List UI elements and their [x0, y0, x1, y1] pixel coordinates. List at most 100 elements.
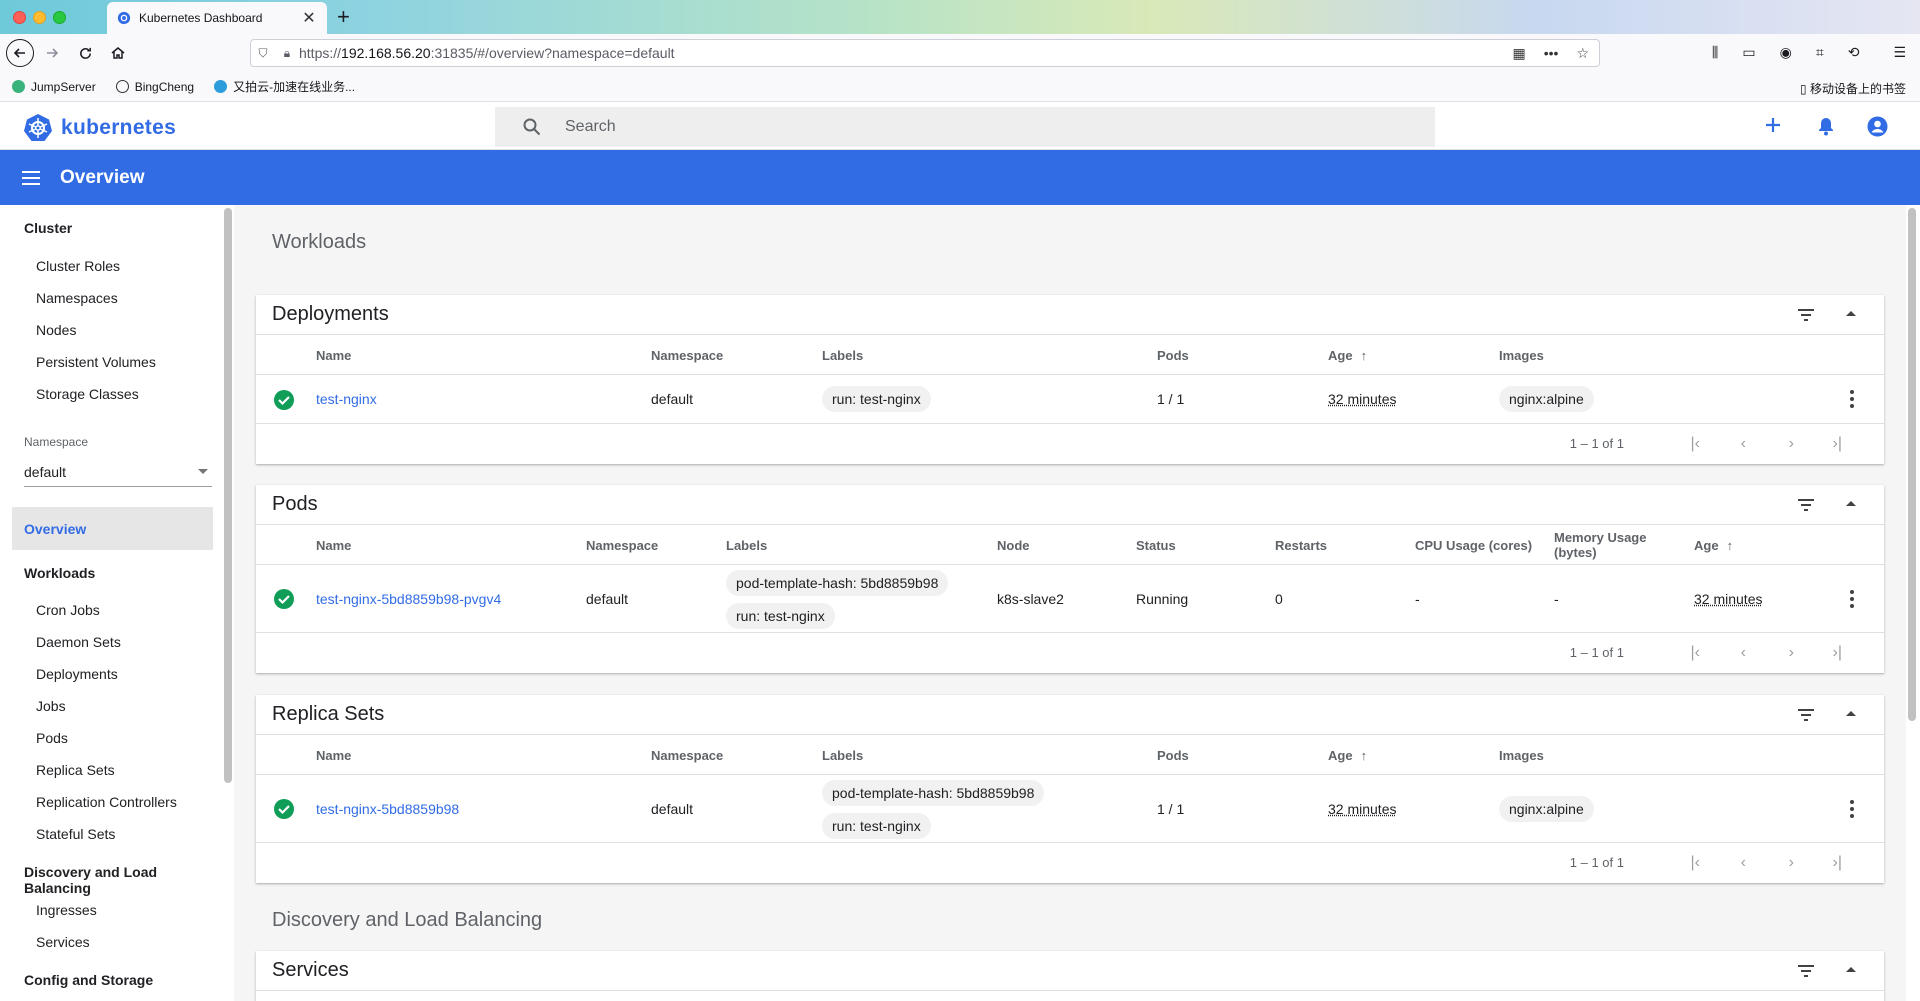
sidebar-group-discovery[interactable]: Discovery and Load Balancing [24, 864, 222, 896]
prev-page-icon[interactable]: ‹ [1741, 644, 1746, 662]
column-header-age[interactable]: Age ↑ [1694, 538, 1733, 553]
sidebar-item-daemon-sets[interactable]: Daemon Sets [36, 634, 121, 650]
namespace-select[interactable]: default [24, 457, 212, 487]
mobile-bookmarks[interactable]: ▯ 移动设备上的书签 [1800, 80, 1906, 97]
column-header-name[interactable]: Name [316, 348, 351, 363]
column-header-namespace[interactable]: Namespace [651, 748, 723, 763]
sidebar-item-deployments[interactable]: Deployments [36, 666, 118, 682]
forward-button[interactable] [38, 39, 66, 67]
column-header-labels[interactable]: Labels [822, 748, 863, 763]
next-page-icon[interactable]: › [1789, 644, 1794, 662]
column-header-pods[interactable]: Pods [1157, 748, 1189, 763]
window-maximize-button[interactable] [53, 11, 66, 24]
bookmark-jumpserver[interactable]: JumpServer [12, 80, 96, 94]
home-button[interactable] [104, 39, 132, 67]
last-page-icon[interactable]: ›| [1833, 644, 1842, 662]
collapse-up-icon[interactable] [1846, 711, 1856, 716]
account-icon[interactable]: ◉ [1780, 44, 1792, 61]
column-header-pods[interactable]: Pods [1157, 348, 1189, 363]
hamburger-menu-icon[interactable] [22, 170, 40, 185]
window-close-button[interactable] [13, 11, 26, 24]
column-header-labels[interactable]: Labels [822, 348, 863, 363]
sidebar-item-cluster-roles[interactable]: Cluster Roles [36, 258, 120, 274]
bookmark-star-icon[interactable]: ☆ [1576, 45, 1589, 62]
bell-icon[interactable] [1816, 116, 1836, 136]
screenshot-icon[interactable]: ⌗ [1816, 44, 1824, 61]
column-header-images[interactable]: Images [1499, 748, 1544, 763]
column-header-age[interactable]: Age ↑ [1328, 748, 1367, 763]
collapse-up-icon[interactable] [1846, 501, 1856, 506]
more-vert-icon[interactable] [1850, 390, 1854, 408]
filter-icon[interactable] [1796, 495, 1816, 515]
sidebar-item-replica-sets[interactable]: Replica Sets [36, 762, 115, 778]
main-scrollbar[interactable] [1908, 208, 1916, 721]
sidebar-item-cron-jobs[interactable]: Cron Jobs [36, 602, 100, 618]
sidebar-icon[interactable]: ▭ [1742, 44, 1755, 61]
column-header-namespace[interactable]: Namespace [586, 538, 658, 553]
back-button[interactable] [6, 39, 34, 67]
sidebar-item-ingresses[interactable]: Ingresses [36, 902, 97, 918]
library-icon[interactable]: ⫼ [1712, 44, 1718, 61]
new-tab-icon[interactable]: + [337, 4, 350, 30]
sidebar-item-nodes[interactable]: Nodes [36, 322, 76, 338]
shield-icon[interactable]: ⛉ [251, 46, 275, 61]
collapse-up-icon[interactable] [1846, 967, 1856, 972]
column-header-restarts[interactable]: Restarts [1275, 538, 1327, 553]
sidebar-group-config-storage[interactable]: Config and Storage [24, 972, 153, 988]
sidebar-item-storage-classes[interactable]: Storage Classes [36, 386, 139, 402]
first-page-icon[interactable]: |‹ [1691, 435, 1700, 453]
sidebar-item-namespaces[interactable]: Namespaces [36, 290, 118, 306]
replica-set-name-link[interactable]: test-nginx-5bd8859b98 [316, 801, 459, 817]
next-page-icon[interactable]: › [1789, 435, 1794, 453]
sidebar-item-replication-controllers[interactable]: Replication Controllers [36, 794, 177, 810]
column-header-memory-usage[interactable]: Memory Usage (bytes) [1554, 530, 1646, 560]
deployment-name-link[interactable]: test-nginx [316, 391, 377, 407]
more-vert-icon[interactable] [1850, 590, 1854, 608]
filter-icon[interactable] [1796, 705, 1816, 725]
menu-icon[interactable]: ☰ [1893, 44, 1906, 61]
bookmark-upyun[interactable]: 又拍云-加速在线业务... [214, 78, 355, 95]
filter-icon[interactable] [1796, 961, 1816, 981]
column-header-name[interactable]: Name [316, 538, 351, 553]
filter-icon[interactable] [1796, 305, 1816, 325]
search-bar[interactable] [495, 107, 1435, 147]
column-header-age[interactable]: Age ↑ [1328, 348, 1367, 363]
sidebar-item-persistent-volumes[interactable]: Persistent Volumes [36, 354, 156, 370]
extension-icon[interactable]: ⟲ [1848, 44, 1860, 61]
bookmark-bingcheng[interactable]: BingCheng [115, 80, 194, 94]
search-input[interactable] [565, 118, 1365, 136]
sidebar-item-jobs[interactable]: Jobs [36, 698, 66, 714]
sidebar-scrollbar[interactable] [224, 208, 232, 783]
column-header-images[interactable]: Images [1499, 348, 1544, 363]
column-header-namespace[interactable]: Namespace [651, 348, 723, 363]
last-page-icon[interactable]: ›| [1833, 854, 1842, 872]
sidebar-item-overview[interactable]: Overview [12, 507, 213, 550]
more-vert-icon[interactable] [1850, 800, 1854, 818]
sidebar-item-stateful-sets[interactable]: Stateful Sets [36, 826, 115, 842]
account-circle-icon[interactable] [1867, 116, 1888, 137]
close-tab-icon[interactable]: ✕ [301, 8, 317, 28]
reload-button[interactable] [71, 39, 99, 67]
prev-page-icon[interactable]: ‹ [1741, 435, 1746, 453]
pod-name-link[interactable]: test-nginx-5bd8859b98-pvgv4 [316, 591, 501, 607]
browser-tab[interactable]: Kubernetes Dashboard ✕ [107, 2, 327, 34]
column-header-labels[interactable]: Labels [726, 538, 767, 553]
window-minimize-button[interactable] [33, 11, 46, 24]
column-header-cpu-usage[interactable]: CPU Usage (cores) [1415, 538, 1532, 553]
last-page-icon[interactable]: ›| [1833, 435, 1842, 453]
next-page-icon[interactable]: › [1789, 854, 1794, 872]
first-page-icon[interactable]: |‹ [1691, 854, 1700, 872]
collapse-up-icon[interactable] [1846, 311, 1856, 316]
qr-code-icon[interactable]: ▦ [1512, 45, 1525, 62]
kubernetes-logo[interactable]: kubernetes [23, 113, 176, 143]
column-header-node[interactable]: Node [997, 538, 1030, 553]
prev-page-icon[interactable]: ‹ [1741, 854, 1746, 872]
url-bar[interactable]: ⛉ 🔒︎ https://192.168.56.20:31835/#/overv… [250, 39, 1600, 67]
column-header-name[interactable]: Name [316, 748, 351, 763]
insecure-lock-icon[interactable]: 🔒︎ [275, 46, 299, 61]
first-page-icon[interactable]: |‹ [1691, 644, 1700, 662]
sidebar-group-workloads[interactable]: Workloads [24, 565, 95, 581]
sidebar-item-services[interactable]: Services [36, 934, 90, 950]
plus-icon[interactable] [1764, 116, 1782, 134]
sidebar-group-cluster[interactable]: Cluster [24, 220, 72, 236]
